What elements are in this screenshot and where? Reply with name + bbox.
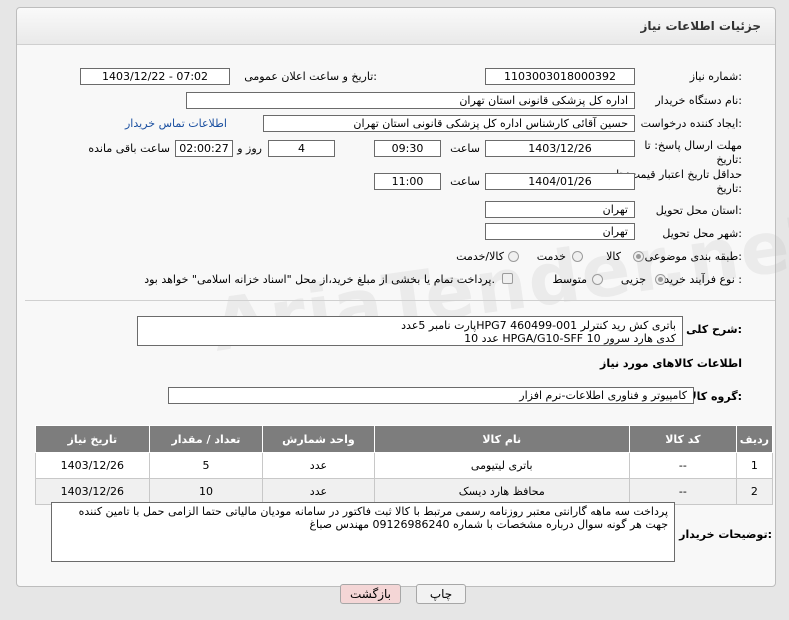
days-field: 4 bbox=[268, 140, 335, 157]
need-number-field: 1103003018000392 bbox=[485, 68, 635, 85]
process-minor-label: جزیی bbox=[620, 273, 646, 286]
deadline-label-line1: مهلت ارسال پاسخ: تا bbox=[644, 139, 742, 152]
province-field: تهران bbox=[485, 201, 635, 218]
deadline-time-label: ساعت bbox=[450, 142, 480, 155]
cell-unit: عدد bbox=[262, 478, 375, 505]
validity-label-line1: حداقل تاریخ اعتبار قیمت: تا bbox=[616, 168, 742, 181]
buyer-notes-textarea[interactable]: پرداخت سه ماهه گارانتی معتبر روزنامه رسم… bbox=[51, 502, 675, 562]
panel-header: جزئیات اطلاعات نیاز bbox=[17, 8, 775, 45]
process-medium-radio[interactable] bbox=[592, 274, 603, 285]
validity-date-field: 1404/01/26 bbox=[485, 173, 635, 190]
cell-date: 1403/12/26 bbox=[35, 478, 150, 505]
province-label: استان محل تحویل: bbox=[655, 204, 742, 217]
category-label: طبقه بندی موضوعی: bbox=[644, 250, 742, 263]
buyer-org-field: اداره کل پزشکی قانونی استان تهران bbox=[186, 92, 635, 109]
cell-unit: عدد bbox=[262, 452, 375, 479]
validity-time-field: 11:00 bbox=[374, 173, 441, 190]
back-button[interactable]: بازگشت bbox=[340, 584, 401, 604]
col-row-header: ردیف bbox=[735, 425, 774, 453]
days-label: روز و bbox=[237, 142, 262, 155]
cell-code: -- bbox=[628, 452, 737, 479]
divider bbox=[25, 300, 775, 301]
print-button[interactable]: چاپ bbox=[416, 584, 466, 604]
announce-label: تاریخ و ساعت اعلان عمومی: bbox=[244, 70, 377, 83]
deadline-date-field: 1403/12/26 bbox=[485, 140, 635, 157]
category-goods-label: کالا bbox=[606, 250, 621, 263]
need-number-label: شماره نیاز: bbox=[689, 70, 742, 83]
col-code-header: کد کالا bbox=[628, 425, 737, 453]
remaining-label: ساعت باقی مانده bbox=[88, 142, 170, 155]
category-both-radio[interactable] bbox=[508, 251, 519, 262]
cell-code: -- bbox=[628, 478, 737, 505]
validity-time-label: ساعت bbox=[450, 175, 480, 188]
table-row: 1 -- باتری لیتیومی عدد 5 1403/12/26 bbox=[35, 452, 774, 479]
col-date-header: تاریخ نیاز bbox=[35, 425, 150, 453]
process-medium-label: متوسط bbox=[552, 273, 587, 286]
cell-name: محافظ هارد دیسک bbox=[373, 478, 630, 505]
cell-name: باتری لیتیومی bbox=[373, 452, 630, 479]
treasury-payment-checkbox[interactable] bbox=[502, 273, 513, 284]
table-header-row: ردیف کد کالا نام کالا واحد شمارش تعداد /… bbox=[35, 425, 774, 453]
goods-group-field: کامپیوتر و فناوری اطلاعات-نرم افزار bbox=[168, 387, 694, 404]
validity-label-line2: تاریخ: bbox=[716, 182, 742, 195]
category-goods-radio[interactable] bbox=[633, 251, 644, 262]
cell-row: 2 bbox=[735, 478, 774, 505]
deadline-label-line2: تاریخ: bbox=[716, 153, 742, 166]
buyer-notes-label: توضیحات خریدار: bbox=[679, 528, 772, 541]
goods-info-title: اطلاعات کالاهای مورد نیاز bbox=[600, 357, 742, 370]
col-qty-header: تعداد / مقدار bbox=[148, 425, 264, 453]
city-label: شهر محل تحویل: bbox=[662, 227, 742, 240]
announce-field: 1403/12/22 - 07:02 bbox=[80, 68, 230, 85]
description-textarea[interactable]: باتری کش رید کنترلر HPG7 460499-001پارت … bbox=[137, 316, 683, 346]
process-label: نوع فرآیند خرید : bbox=[664, 273, 742, 286]
process-minor-radio[interactable] bbox=[655, 274, 666, 285]
col-unit-header: واحد شمارش bbox=[262, 425, 375, 453]
category-service-radio[interactable] bbox=[572, 251, 583, 262]
items-table: ردیف کد کالا نام کالا واحد شمارش تعداد /… bbox=[35, 425, 774, 505]
table-row: 2 -- محافظ هارد دیسک عدد 10 1403/12/26 bbox=[35, 478, 774, 505]
cell-qty: 10 bbox=[148, 478, 264, 505]
buyer-org-label: نام دستگاه خریدار: bbox=[655, 94, 742, 107]
panel-title: جزئیات اطلاعات نیاز bbox=[640, 19, 761, 33]
creator-field: حسین آقائی کارشناس اداره کل پزشکی قانونی… bbox=[263, 115, 635, 132]
city-field: تهران bbox=[485, 223, 635, 240]
goods-group-label: گروه کالا: bbox=[688, 390, 742, 403]
deadline-time-field: 09:30 bbox=[374, 140, 441, 157]
category-both-label: کالا/خدمت bbox=[456, 250, 504, 263]
cell-row: 1 bbox=[735, 452, 774, 479]
remaining-time-field: 02:00:27 bbox=[175, 140, 233, 157]
category-service-label: خدمت bbox=[536, 250, 566, 263]
cell-qty: 5 bbox=[148, 452, 264, 479]
col-name-header: نام کالا bbox=[373, 425, 630, 453]
creator-label: ایجاد کننده درخواست: bbox=[640, 117, 742, 130]
buyer-contact-link[interactable]: اطلاعات تماس خریدار bbox=[125, 117, 227, 130]
cell-date: 1403/12/26 bbox=[35, 452, 150, 479]
treasury-payment-note: پرداخت تمام یا بخشی از مبلغ خرید،از محل … bbox=[144, 273, 495, 286]
